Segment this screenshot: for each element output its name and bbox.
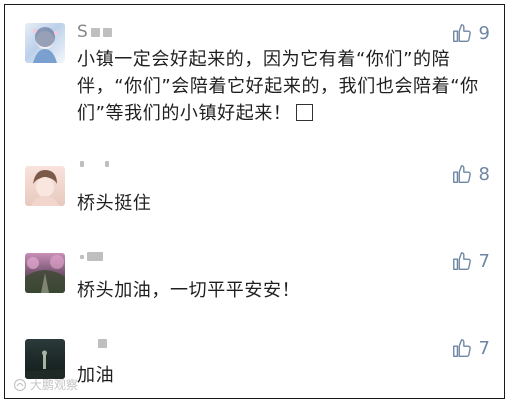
redacted-name (102, 27, 112, 37)
like-count: 7 (478, 250, 490, 272)
avatar-image (25, 255, 65, 293)
watermark: 大鹏观察 (13, 376, 78, 393)
username[interactable] (77, 161, 109, 167)
avatar-image (25, 350, 65, 379)
like-button[interactable]: 9 (451, 22, 490, 44)
avatar[interactable] (25, 166, 65, 206)
comment-text-content: 加油 (77, 365, 115, 386)
comment-text-content: 桥头挺住 (77, 193, 152, 214)
username[interactable]: S (77, 22, 112, 42)
avatar-image (33, 27, 58, 63)
comment-text-content: 桥头加油，一切平平安安！ (77, 280, 301, 301)
comment-text: 小镇一定会好起来的，因为它有着“你们”的陪伴，“你们”会陪着它好起来的，我们也会… (77, 46, 484, 127)
avatar[interactable] (25, 23, 65, 63)
thumbs-up-icon (452, 339, 471, 357)
thumbs-up-icon (452, 24, 471, 42)
comment-item: 7 桥头加油，一切平平安安！ (5, 235, 504, 325)
redacted-name (80, 254, 84, 259)
username-text: S (77, 22, 88, 42)
comment-list: S 9 小镇一定会好起来的，因为它有着“你们”的陪伴，“你们”会陪着它好起来的，… (4, 4, 505, 399)
avatar[interactable] (25, 253, 65, 293)
comment-text: 加油 (77, 362, 484, 389)
username[interactable] (77, 252, 103, 261)
avatar-image (31, 170, 59, 206)
comment-text: 桥头挺住 (77, 190, 484, 217)
watermark-logo (13, 378, 27, 391)
watermark-text: 大鹏观察 (30, 378, 79, 392)
comment-text: 桥头加油，一切平平安安！ (77, 277, 484, 304)
like-button[interactable]: 7 (451, 337, 490, 359)
thumbs-up-icon (452, 165, 471, 183)
redacted-name (105, 161, 109, 167)
redacted-name (80, 161, 84, 167)
like-count: 9 (478, 22, 490, 44)
redacted-name (87, 252, 103, 261)
avatar[interactable] (25, 339, 65, 379)
like-button[interactable]: 8 (451, 163, 490, 185)
checkbox-icon (295, 104, 313, 121)
username[interactable] (77, 339, 107, 348)
like-count: 8 (478, 163, 490, 185)
redacted-name (90, 27, 100, 37)
comment-text-content: 小镇一定会好起来的，因为它有着“你们”的陪伴，“你们”会陪着它好起来的，我们也会… (77, 49, 479, 124)
comment-item: 7 加油 (5, 321, 504, 398)
redacted-name (98, 339, 107, 348)
comment-item: S 9 小镇一定会好起来的，因为它有着“你们”的陪伴，“你们”会陪着它好起来的，… (5, 5, 504, 145)
thumbs-up-icon (452, 252, 471, 270)
like-count: 7 (478, 337, 490, 359)
like-button[interactable]: 7 (451, 250, 490, 272)
comment-item: 8 桥头挺住 (5, 145, 504, 235)
